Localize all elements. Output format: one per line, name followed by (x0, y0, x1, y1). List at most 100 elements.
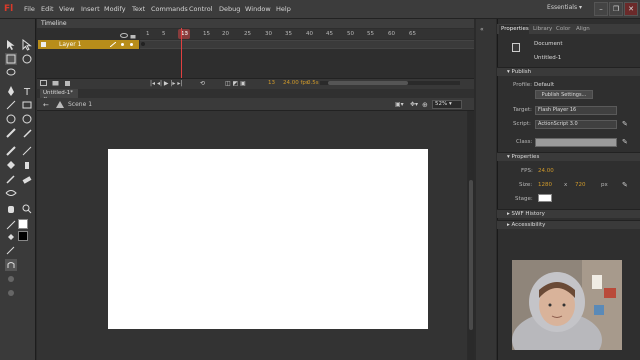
target-value: Flash Player 16 (538, 107, 577, 113)
timeline-h-thumb[interactable] (328, 81, 408, 85)
tab-color[interactable]: Color (556, 26, 570, 32)
swap-colors-icon[interactable] (5, 245, 15, 255)
edit-symbols-icon[interactable]: ✥▾ (410, 101, 418, 108)
restore-button[interactable]: ❐ (609, 2, 623, 16)
bind-tool-icon[interactable] (21, 145, 33, 157)
brush-tool-icon[interactable] (21, 127, 33, 139)
scale-content-icon[interactable]: ✎ (622, 181, 628, 189)
menu-control[interactable]: Control (189, 5, 213, 13)
tab-library[interactable]: Library (533, 26, 552, 32)
subselection-tool-icon[interactable] (21, 38, 33, 51)
scene-label[interactable]: Scene 1 (68, 101, 92, 108)
doc-type: Document (534, 41, 563, 47)
loop-icon[interactable]: ⟲ (200, 80, 205, 87)
hand-tool-icon[interactable] (5, 203, 17, 215)
new-layer-icon[interactable] (40, 80, 47, 86)
back-arrow-icon[interactable]: ← (43, 101, 49, 109)
eye-icon[interactable] (120, 32, 128, 39)
workspace-dropdown[interactable]: Essentials ▾ (547, 4, 582, 11)
paint-bucket-tool-icon[interactable] (5, 159, 17, 171)
app-logo: Fl (4, 4, 14, 14)
keyframe[interactable] (141, 42, 145, 46)
menu-text[interactable]: Text (132, 5, 145, 13)
visibility-dot[interactable] (121, 43, 124, 46)
fill-color-swatch[interactable] (18, 231, 28, 241)
target-dropdown[interactable]: Flash Player 16 (535, 106, 617, 115)
tab-align[interactable]: Align (576, 26, 590, 32)
pen-tool-icon[interactable] (5, 85, 17, 97)
accessibility-header[interactable]: ▸ Accessibility (497, 220, 640, 229)
menu-debug[interactable]: Debug (219, 5, 240, 13)
onion-skin-icon[interactable]: ◫ ◩ ▣ (225, 80, 246, 87)
size-x: x (564, 182, 568, 188)
oval-tool-icon[interactable] (5, 113, 17, 125)
tab-properties[interactable]: Properties (501, 26, 529, 32)
free-transform-tool-icon[interactable] (5, 53, 17, 65)
playback-controls[interactable]: |◂ ◂| ▶ |▸ ▸| (150, 80, 182, 87)
polystar-tool-icon[interactable] (21, 113, 33, 125)
eyedropper-tool-icon[interactable] (5, 173, 17, 185)
swf-history-header[interactable]: ▸ SWF History (497, 209, 640, 218)
fps-label: FPS: (521, 168, 533, 174)
vertical-scroll-thumb[interactable] (469, 180, 473, 330)
frame-row[interactable] (140, 40, 474, 49)
zoom-tool-icon[interactable] (21, 203, 33, 215)
stage-color-swatch[interactable] (538, 194, 552, 202)
rectangle-tool-icon[interactable] (21, 99, 33, 111)
playhead[interactable] (181, 28, 187, 78)
frame-number: 15 (203, 31, 210, 37)
pencil-icon (109, 41, 117, 48)
stroke-color-swatch[interactable] (18, 219, 28, 229)
menu-modify[interactable]: Modify (104, 5, 126, 13)
close-button[interactable]: ✕ (624, 2, 638, 16)
height-value[interactable]: 720 (575, 182, 586, 188)
publish-settings-button[interactable]: Publish Settings... (535, 90, 593, 99)
accessibility-label: Accessibility (511, 222, 546, 228)
delete-layer-icon[interactable] (64, 80, 71, 86)
timeline-tab[interactable]: Timeline (41, 20, 67, 27)
edit-class-icon[interactable]: ✎ (622, 138, 628, 146)
line-tool-icon[interactable] (5, 99, 17, 111)
lasso-tool-icon[interactable] (5, 67, 17, 79)
bone-tool-icon[interactable] (5, 145, 17, 157)
zoom-field[interactable]: 52% ▾ (432, 100, 462, 109)
script-dropdown[interactable]: ActionScript 3.0 (535, 120, 617, 129)
edit-scene-icon[interactable]: ▣▾ (395, 101, 404, 108)
center-stage-icon[interactable]: ⊕ (422, 101, 428, 109)
fill-color-icon[interactable] (5, 231, 17, 243)
menu-file[interactable]: File (24, 5, 35, 13)
menu-window[interactable]: Window (245, 5, 271, 13)
lock-dot[interactable] (130, 43, 133, 46)
ink-bottle-tool-icon[interactable] (21, 159, 33, 171)
selection-tool-icon[interactable] (5, 39, 17, 51)
footer-fps[interactable]: 24.00 fps (283, 80, 309, 86)
stage[interactable] (108, 149, 428, 329)
publish-section-header[interactable]: ▾ Publish (497, 67, 640, 76)
text-tool-icon[interactable]: T (21, 85, 33, 98)
menu-insert[interactable]: Insert (81, 5, 100, 13)
menu-help[interactable]: Help (276, 5, 291, 13)
minimize-button[interactable]: – (594, 2, 608, 16)
eraser-tool-icon[interactable] (21, 173, 33, 185)
wrench-icon[interactable]: ✎ (622, 120, 628, 128)
document-tab[interactable]: Untitled-1* × (40, 89, 78, 102)
layer-name[interactable]: Layer 1 (59, 41, 81, 48)
menu-edit[interactable]: Edit (41, 5, 54, 13)
width-value[interactable]: 1280 (538, 182, 552, 188)
frame-number: 5 (162, 31, 166, 37)
lock-icon[interactable] (130, 32, 136, 39)
pencil-tool-icon[interactable] (5, 127, 17, 139)
expand-panels-icon[interactable]: « (480, 26, 484, 33)
stroke-color-icon[interactable] (5, 219, 17, 231)
snap-to-objects-icon[interactable] (5, 259, 17, 271)
properties-section-header[interactable]: ▾ Properties (497, 152, 640, 161)
menu-view[interactable]: View (59, 5, 74, 13)
fps-value[interactable]: 24.00 (538, 168, 554, 174)
menu-commands[interactable]: Commands (151, 5, 188, 13)
new-folder-icon[interactable] (52, 80, 59, 86)
width-tool-icon[interactable] (5, 187, 17, 199)
class-input[interactable] (535, 138, 617, 147)
3d-rotation-tool-icon[interactable] (21, 53, 33, 65)
frame-number: 35 (285, 31, 292, 37)
doc-name: Untitled-1 (534, 55, 562, 61)
